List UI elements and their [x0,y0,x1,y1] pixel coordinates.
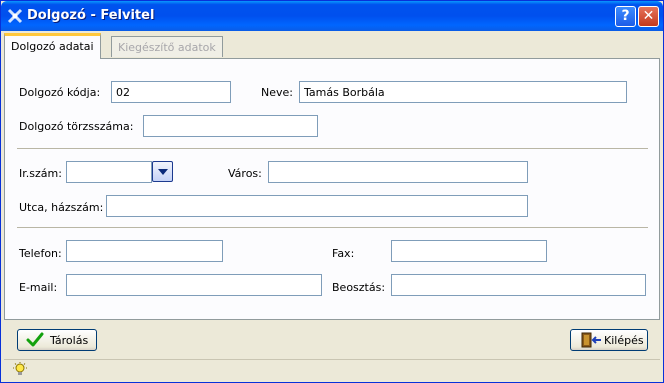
nev-input[interactable] [299,81,627,103]
tab-dolgozo-adatai[interactable]: Dolgozó adatai [4,33,101,59]
window-title: Dolgozó - Felvitel [27,8,155,23]
title-bar[interactable]: Dolgozó - Felvitel ? ✕ [1,1,663,31]
kod-input[interactable] [111,81,231,103]
varos-label: Város: [228,167,262,180]
tab-panel: Dolgozó kódja: Neve: Dolgozó törzsszáma:… [4,58,660,320]
beosztas-input[interactable] [391,274,646,296]
divider [17,227,648,228]
exit-door-icon [581,332,601,348]
tab-label: Dolgozó adatai [11,40,94,53]
exit-button-label: Kilépés [604,334,644,347]
save-button-label: Tárolás [50,334,89,347]
lightbulb-icon [13,362,27,375]
help-icon: ? [621,8,630,24]
torzsszam-input[interactable] [143,115,318,137]
exit-button[interactable]: Kilépés [570,329,648,351]
utca-input[interactable] [106,195,528,217]
utca-label: Utca, házszám: [19,201,104,214]
email-input[interactable] [66,274,322,296]
close-icon: ✕ [642,8,655,24]
fax-input[interactable] [391,240,547,262]
irszam-label: Ir.szám: [19,167,62,180]
app-icon [7,8,23,24]
nev-label: Neve: [261,86,293,99]
checkmark-icon [26,332,44,347]
torzsszam-label: Dolgozó törzsszáma: [19,120,134,133]
divider [17,148,648,149]
dialog-window: Dolgozó - Felvitel ? ✕ Dolgozó adatai Ki… [0,0,664,383]
tab-kiegeszito-adatok[interactable]: Kiegészítő adatok [111,36,223,57]
telefon-input[interactable] [66,240,223,262]
help-button[interactable]: ? [615,6,636,27]
email-label: E-mail: [19,281,58,294]
irszam-input[interactable] [66,161,152,183]
chevron-down-icon [158,169,168,175]
irszam-dropdown-button[interactable] [152,161,173,182]
telefon-label: Telefon: [19,247,62,260]
tab-strip: Dolgozó adatai Kiegészítő adatok [4,33,660,59]
beosztas-label: Beosztás: [332,281,386,294]
varos-input[interactable] [268,161,528,183]
button-bar: Tárolás Kilépés [4,322,660,356]
status-bar [4,359,660,380]
tab-label: Kiegészítő adatok [118,41,216,54]
kod-label: Dolgozó kódja: [19,86,101,99]
save-button[interactable]: Tárolás [17,329,97,351]
close-button[interactable]: ✕ [638,6,659,27]
fax-label: Fax: [332,247,355,260]
